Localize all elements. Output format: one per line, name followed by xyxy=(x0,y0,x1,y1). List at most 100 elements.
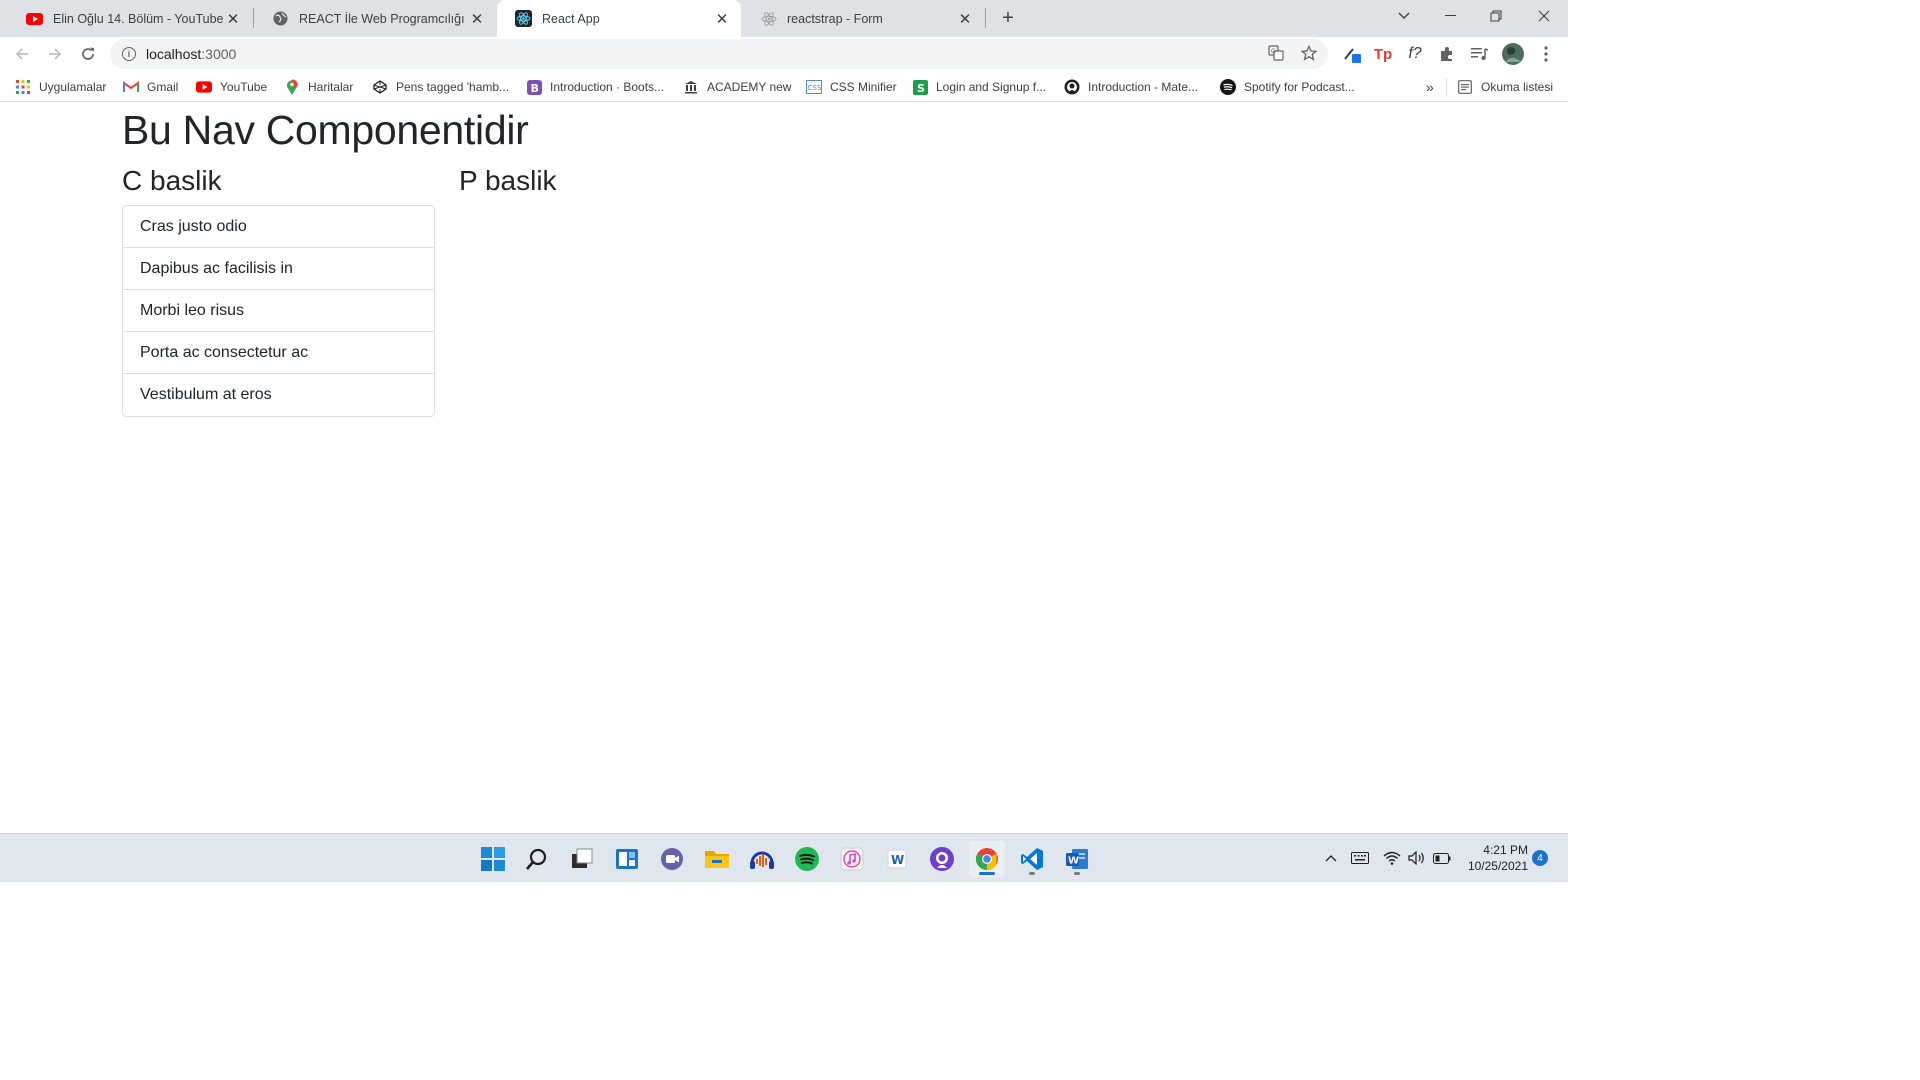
codepen-icon xyxy=(372,79,388,95)
clock-time: 4:21 PM xyxy=(1483,843,1528,857)
notification-badge[interactable]: 4 xyxy=(1532,850,1548,866)
page-title: Bu Nav Componentidir xyxy=(122,107,529,153)
chrome-menu-icon[interactable] xyxy=(1535,43,1557,65)
new-tab-button[interactable]: + xyxy=(996,6,1020,30)
bookmark-label: CSS Minifier xyxy=(830,80,897,94)
close-icon[interactable]: ✕ xyxy=(713,10,731,28)
formula-extension-icon[interactable]: f? xyxy=(1404,43,1426,65)
github-icon xyxy=(1064,79,1080,95)
spotify-icon[interactable] xyxy=(789,841,825,877)
url-port: :3000 xyxy=(201,46,237,62)
bookmark-apps[interactable]: Uygulamalar xyxy=(15,77,106,97)
bookmark-css-minifier[interactable]: CSS CSS Minifier xyxy=(806,77,897,97)
tab-title: Elin Oğlu 14. Bölüm - YouTube xyxy=(53,11,224,26)
tab-reactstrap-form[interactable]: reactstrap - Form ✕ xyxy=(742,0,984,37)
bookmark-label: Pens tagged 'hamb... xyxy=(396,80,510,94)
spotify-icon xyxy=(1220,79,1236,95)
media-queue-icon[interactable] xyxy=(1469,43,1491,65)
tp-extension-icon[interactable]: Tp xyxy=(1372,43,1394,65)
clock-date: 10/25/2021 xyxy=(1467,859,1528,873)
bookmark-academy[interactable]: ACADEMY new xyxy=(683,77,791,97)
bookmark-bootstrap[interactable]: B Introduction · Boots... xyxy=(526,77,664,97)
bookmarks-overflow-button[interactable]: » xyxy=(1426,77,1434,97)
site-info-icon[interactable]: i xyxy=(122,47,136,61)
divider xyxy=(1446,78,1447,96)
tab-youtube[interactable]: Elin Oğlu 14. Bölüm - YouTube ✕ xyxy=(8,0,252,37)
bookmark-label: Introduction · Boots... xyxy=(550,80,665,94)
system-clock[interactable]: 4:21 PM 10/25/2021 xyxy=(1462,842,1528,874)
audacity-icon[interactable] xyxy=(744,841,780,877)
reading-list-button[interactable]: Okuma listesi xyxy=(1457,77,1553,97)
battery-icon[interactable] xyxy=(1431,848,1453,868)
word-icon[interactable]: W xyxy=(1059,841,1095,877)
youtube-icon xyxy=(196,79,212,95)
bookmark-gmail[interactable]: Gmail xyxy=(123,77,178,97)
tab-title: React App xyxy=(542,11,600,26)
vscode-icon[interactable] xyxy=(1014,841,1050,877)
windows-taskbar: W W 4:21 PM 10/25/2021 4 xyxy=(0,833,1568,882)
list-group: Cras justo odio Dapibus ac facilisis in … xyxy=(122,205,435,417)
forward-arrow-icon[interactable] xyxy=(42,41,68,67)
svg-text:B: B xyxy=(530,82,538,95)
minimize-icon[interactable] xyxy=(1427,0,1473,32)
react-icon xyxy=(515,10,532,27)
keyboard-icon[interactable] xyxy=(1349,848,1371,868)
chevron-up-icon[interactable] xyxy=(1321,848,1341,868)
bookmark-spotify-podcast[interactable]: Spotify for Podcast... xyxy=(1220,77,1355,97)
address-bar[interactable]: i localhost:3000 xyxy=(110,39,1328,69)
svg-text:G: G xyxy=(1271,48,1276,55)
close-icon[interactable]: ✕ xyxy=(956,10,974,28)
wordpad-icon[interactable]: W xyxy=(879,841,915,877)
list-item: Vestibulum at eros xyxy=(140,386,272,403)
tab-title: REACT İle Web Programcılığı xyxy=(299,11,465,26)
browser-toolbar: i localhost:3000 G Tp f? xyxy=(0,37,1568,71)
bookmark-material[interactable]: Introduction - Mate... xyxy=(1064,77,1198,97)
task-view-icon[interactable] xyxy=(564,841,600,877)
translate-icon[interactable]: G xyxy=(1266,43,1286,63)
bookmark-codepen[interactable]: Pens tagged 'hamb... xyxy=(372,77,509,97)
svg-text:CSS: CSS xyxy=(808,84,822,92)
extensions-puzzle-icon[interactable] xyxy=(1436,43,1458,65)
gmail-icon xyxy=(123,79,139,95)
chrome-icon[interactable] xyxy=(969,841,1005,877)
teams-chat-icon[interactable] xyxy=(654,841,690,877)
github-desktop-icon[interactable] xyxy=(924,841,960,877)
list-item: Dapibus ac facilisis in xyxy=(123,248,434,290)
left-column-title: C baslik xyxy=(122,165,222,196)
tab-title: reactstrap - Form xyxy=(787,11,883,26)
tab-react-course[interactable]: REACT İle Web Programcılığı ✕ xyxy=(254,0,496,37)
edit-extension-icon[interactable] xyxy=(1341,43,1363,65)
widgets-icon[interactable] xyxy=(609,841,645,877)
globe-icon xyxy=(272,10,289,27)
volume-icon[interactable] xyxy=(1406,848,1428,868)
reload-icon[interactable] xyxy=(75,41,101,67)
list-item: Morbi leo risus xyxy=(123,290,434,332)
svg-text:W: W xyxy=(1068,856,1079,867)
restore-icon[interactable] xyxy=(1473,0,1519,32)
bookmark-label: Spotify for Podcast... xyxy=(1244,80,1355,94)
avatar[interactable] xyxy=(1502,43,1524,65)
tab-search-icon[interactable] xyxy=(1381,0,1427,32)
bookmark-star-icon[interactable] xyxy=(1299,43,1319,63)
back-arrow-icon[interactable] xyxy=(9,41,35,67)
tab-react-app[interactable]: React App ✕ xyxy=(497,0,741,37)
bookmark-maps[interactable]: Haritalar xyxy=(284,77,353,97)
browser-tab-strip: Elin Oğlu 14. Bölüm - YouTube ✕ REACT İl… xyxy=(0,0,1568,37)
close-window-icon[interactable] xyxy=(1521,0,1567,32)
running-indicator xyxy=(1074,872,1080,875)
bookmark-label: Haritalar xyxy=(308,80,354,94)
itunes-icon[interactable] xyxy=(834,841,870,877)
bookmark-label: Gmail xyxy=(147,80,179,94)
youtube-icon xyxy=(26,10,43,27)
bookmark-label: YouTube xyxy=(220,80,268,94)
s-icon: S xyxy=(912,79,928,95)
search-icon[interactable] xyxy=(519,841,555,877)
bookmark-youtube[interactable]: YouTube xyxy=(196,77,267,97)
file-explorer-icon[interactable] xyxy=(699,841,735,877)
close-icon[interactable]: ✕ xyxy=(224,10,242,28)
wifi-icon[interactable] xyxy=(1381,848,1403,868)
bookmark-login-signup[interactable]: S Login and Signup f... xyxy=(912,77,1046,97)
url-host: localhost xyxy=(146,46,202,62)
close-icon[interactable]: ✕ xyxy=(468,10,486,28)
windows-start-icon[interactable] xyxy=(475,841,511,877)
